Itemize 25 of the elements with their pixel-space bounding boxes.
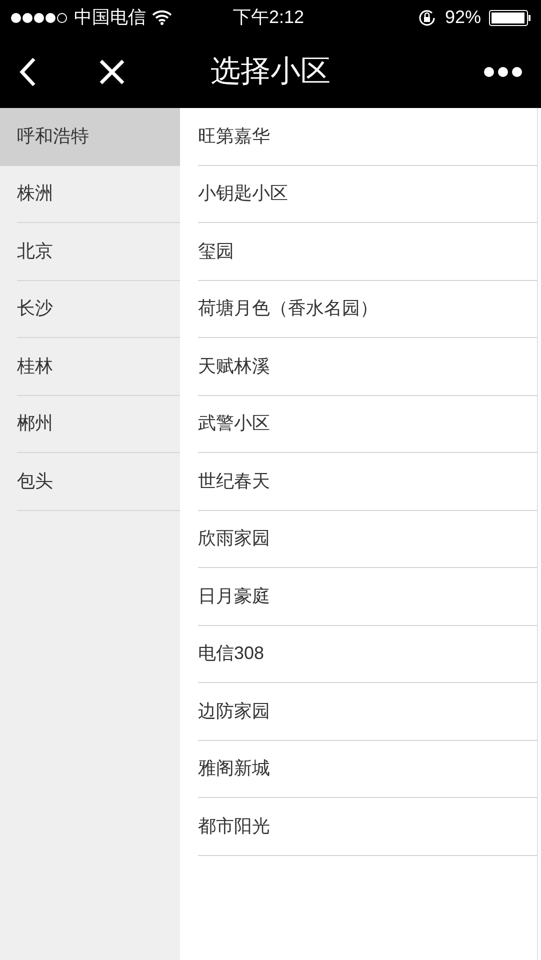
community-item[interactable]: 欣雨家园 <box>198 510 537 568</box>
community-item[interactable]: 都市阳光 <box>198 798 537 856</box>
back-icon <box>19 56 37 86</box>
community-item[interactable]: 小钥匙小区 <box>198 166 537 223</box>
battery-icon <box>489 10 531 26</box>
community-item[interactable]: 日月豪庭 <box>198 568 537 626</box>
community-item[interactable]: 荷塘月色（香水名园） <box>198 280 537 338</box>
community-item[interactable]: 武警小区 <box>198 396 537 453</box>
community-item[interactable]: 世纪春天 <box>198 453 537 510</box>
clock-time: 下午2:12 <box>233 6 304 29</box>
more-icon <box>483 66 523 78</box>
wifi-icon <box>152 10 172 25</box>
battery-percent: 92% <box>444 6 481 29</box>
carrier-name: 中国电信 <box>74 6 146 29</box>
close-icon <box>99 58 125 84</box>
community-item[interactable]: 旺第嘉华 <box>198 108 537 166</box>
community-item[interactable]: 边防家园 <box>198 683 537 740</box>
community-item[interactable]: 雅阁新城 <box>198 740 537 798</box>
community-item[interactable]: 电信308 <box>198 626 537 683</box>
community-item[interactable]: 玺园 <box>198 223 537 280</box>
page-title: 选择小区 <box>210 54 330 90</box>
city-item[interactable]: 呼和浩特 <box>0 108 180 166</box>
signal-icon <box>10 12 68 24</box>
community-item[interactable]: 天赋林溪 <box>198 338 537 396</box>
rotation-lock-icon <box>416 8 437 28</box>
